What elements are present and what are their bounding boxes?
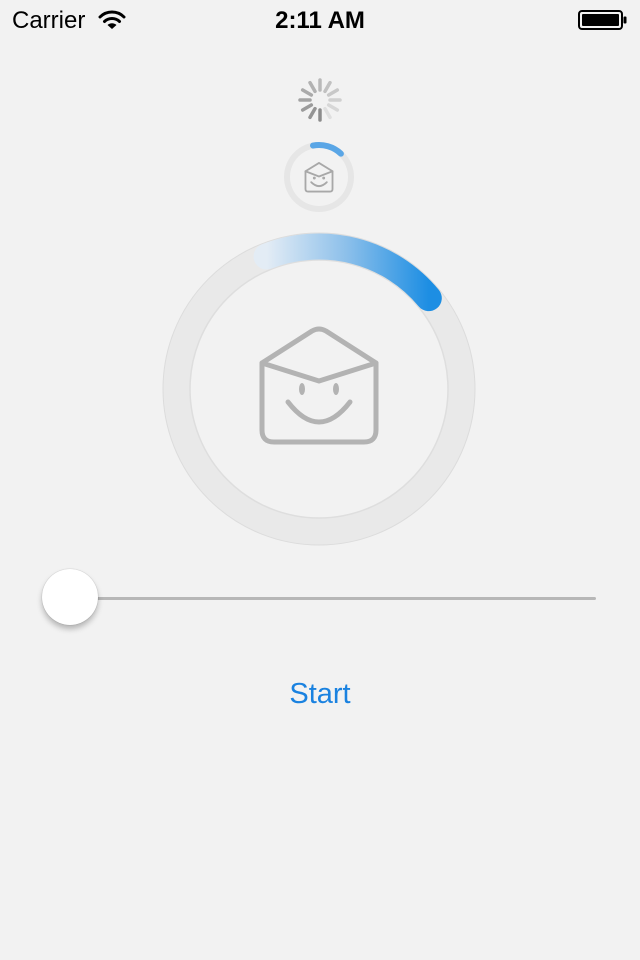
screen: Carrier 2:11 AM Start [0, 0, 640, 960]
spinner-tick [308, 80, 317, 94]
spinner-tick [323, 80, 332, 94]
spinner-tick [300, 103, 314, 112]
activity-spinner-icon [298, 78, 342, 122]
start-button[interactable]: Start [220, 672, 420, 716]
spinner-tick [323, 106, 332, 120]
slider-thumb[interactable] [42, 569, 98, 625]
spinner-tick [300, 88, 314, 97]
small-progress-ring [284, 142, 354, 212]
progress-slider[interactable] [42, 568, 598, 628]
clock-label: 2:11 AM [275, 7, 365, 34]
battery-icon [578, 10, 627, 30]
status-bar: Carrier 2:11 AM [0, 0, 640, 40]
spinner-tick [326, 88, 340, 97]
spinner-tick [308, 106, 317, 120]
slider-track[interactable] [70, 597, 596, 600]
large-progress-ring [162, 232, 476, 546]
spinner-tick [326, 103, 340, 112]
